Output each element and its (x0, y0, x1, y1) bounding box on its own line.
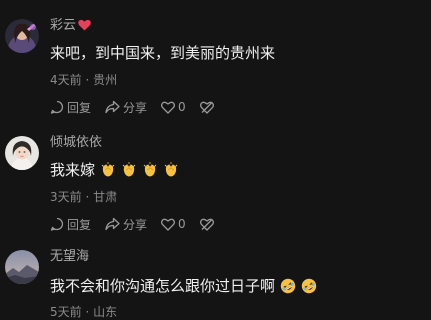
username[interactable]: 倾城依依 (50, 135, 102, 151)
comment-actions: 回复 分享 0 (50, 98, 231, 116)
heart-outline-icon (161, 218, 176, 231)
dislike-button[interactable] (199, 218, 217, 231)
reply-label: 回复 (67, 217, 92, 232)
comment-location: 山东 (93, 305, 118, 319)
reply-icon (50, 100, 64, 114)
comment-item: 无望海 我不会和你沟通怎么跟你过日子啊 5天前 · 山东 (0, 237, 431, 320)
like-count: 0 (178, 217, 186, 231)
meta-separator: · (85, 305, 90, 319)
share-label: 分享 (123, 100, 148, 115)
share-button[interactable]: 分享 (105, 99, 147, 116)
comment-text: 我来嫁 (50, 160, 179, 180)
meta-separator: · (85, 190, 90, 204)
avatar[interactable] (5, 136, 39, 170)
comment-item: 彩云 来吧，到中国来，到美丽的贵州来 4天前 · 贵州 回复 分享 0 (0, 0, 431, 120)
clapping-hands-emoji (142, 162, 158, 178)
comment-location: 贵州 (93, 73, 118, 87)
comment-location: 甘肃 (93, 190, 118, 204)
username-text: 倾城依依 (50, 135, 103, 150)
comment-text-content: 我不会和你沟通怎么跟你过日子啊 (50, 277, 276, 295)
username-text: 彩云 (50, 18, 77, 33)
comment-text: 我不会和你沟通怎么跟你过日子啊 (50, 276, 317, 296)
comment-text: 来吧，到中国来，到美丽的贵州来 (50, 44, 276, 62)
comment-meta: 5天前 · 山东 (50, 304, 117, 320)
reply-button[interactable]: 回复 (50, 216, 91, 233)
reply-button[interactable]: 回复 (50, 99, 91, 116)
clapping-hands-emoji (163, 162, 179, 178)
comment-meta: 4天前 · 贵州 (50, 72, 117, 88)
dislike-icon (199, 101, 214, 114)
share-icon (105, 217, 120, 231)
clapping-hands-emoji (121, 162, 137, 178)
reply-icon (50, 217, 64, 231)
like-button[interactable]: 0 (161, 100, 186, 114)
like-button[interactable]: 0 (161, 217, 186, 231)
share-icon (105, 100, 120, 114)
comment-item: 倾城依依 我来嫁 3天前 · 甘肃 回复 分享 0 (0, 120, 431, 237)
dislike-icon (199, 218, 214, 231)
rolling-on-floor-laughing-emoji (280, 278, 296, 294)
rolling-on-floor-laughing-emoji (301, 278, 317, 294)
comment-meta: 3天前 · 甘肃 (50, 189, 117, 205)
username[interactable]: 无望海 (50, 249, 89, 265)
username[interactable]: 彩云 (50, 18, 91, 36)
avatar[interactable] (5, 19, 39, 53)
clapping-hands-emoji (100, 162, 116, 178)
comment-time: 4天前 (50, 73, 82, 87)
username-text: 无望海 (50, 249, 90, 264)
meta-separator: · (85, 73, 90, 87)
dislike-button[interactable] (199, 101, 217, 114)
heart-outline-icon (161, 101, 176, 114)
avatar[interactable] (5, 250, 39, 284)
share-label: 分享 (123, 217, 148, 232)
like-count: 0 (178, 100, 186, 114)
reply-label: 回复 (67, 100, 92, 115)
comment-time: 5天前 (50, 305, 82, 319)
comment-actions: 回复 分享 0 (50, 215, 231, 233)
comment-text-content: 我来嫁 (50, 161, 96, 179)
heart-icon (78, 19, 91, 36)
share-button[interactable]: 分享 (105, 216, 147, 233)
comment-time: 3天前 (50, 190, 82, 204)
